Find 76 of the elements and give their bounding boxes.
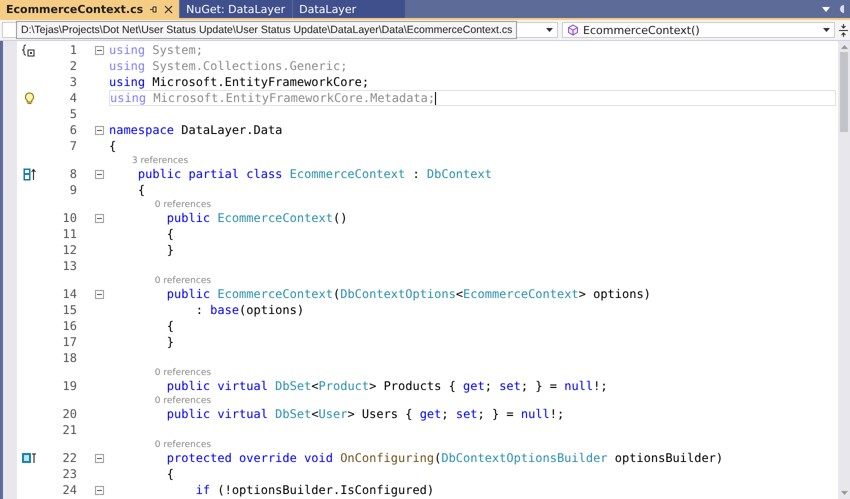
- document-tab[interactable]: DataLayer: [293, 0, 406, 18]
- code-line: public EcommerceContext(DbContextOptions<EcommerceContext> options): [166, 287, 651, 301]
- collapse-icon[interactable]: [94, 46, 104, 54]
- code-line: public EcommerceContext(): [166, 211, 348, 225]
- references-codelens[interactable]: 0 references: [154, 200, 212, 210]
- line-number: 24: [62, 483, 77, 497]
- line-number: 12: [62, 243, 77, 257]
- line-number: 10: [62, 211, 77, 225]
- collapse-icon[interactable]: [94, 170, 104, 178]
- references-codelens[interactable]: 0 references: [154, 440, 212, 450]
- line-number: 18: [62, 351, 77, 365]
- line-number: 23: [62, 467, 77, 481]
- references-codelens[interactable]: 0 references: [154, 396, 212, 406]
- code-line: if (!optionsBuilder.IsConfigured): [194, 483, 434, 497]
- text-cursor: [435, 92, 436, 104]
- line-number: 7: [68, 139, 77, 153]
- lightbulb-icon[interactable]: [24, 92, 34, 104]
- references-codelens[interactable]: 3 references: [132, 156, 188, 166]
- line-number: 11: [62, 227, 77, 241]
- cube-icon: [567, 24, 579, 36]
- code-line: namespace DataLayer.Data: [109, 123, 282, 137]
- code-line: using System;: [109, 43, 203, 57]
- file-path-tooltip: D:\Tejas\Projects\Dot Net\User Status Update\User Status Update\DataLayer\Data\EcommerceContext.cs: [16, 21, 518, 39]
- dropdown-caret-icon[interactable]: [822, 6, 830, 12]
- line-number: 13: [62, 259, 77, 273]
- member-dropdown[interactable]: EcommerceContext(): [562, 22, 835, 38]
- scrollbar-thumb[interactable]: [840, 52, 848, 132]
- code-line: }: [166, 243, 174, 257]
- code-line: {: [166, 319, 174, 333]
- line-number: 22: [62, 451, 77, 465]
- code-line: {: [166, 467, 174, 481]
- caret-icon[interactable]: [823, 28, 830, 32]
- line-number: 21: [62, 423, 77, 437]
- code-line: using Microsoft.EntityFrameworkCore.Metadata;: [110, 91, 436, 105]
- line-number: 19: [62, 379, 77, 393]
- split-editor-icon[interactable]: [839, 24, 848, 36]
- line-number: 16: [62, 319, 77, 333]
- code-line: : base(options): [194, 303, 304, 317]
- line-number: 5: [68, 107, 77, 121]
- line-number: 8: [68, 167, 77, 181]
- code-line: public virtual DbSet<User> Users { get; set; } = null!;: [166, 407, 564, 421]
- line-number: 2: [68, 59, 77, 73]
- references-codelens[interactable]: 0 references: [154, 276, 212, 286]
- code-line: public virtual DbSet<Product> Products { get; set; } = null!;: [166, 379, 608, 393]
- collapse-icon[interactable]: [94, 454, 104, 462]
- code-line: using Microsoft.EntityFrameworkCore;: [109, 75, 370, 89]
- pin-icon[interactable]: [149, 4, 158, 14]
- code-line: using System.Collections.Generic;: [109, 59, 348, 73]
- class-hierarchy-icon[interactable]: [22, 168, 36, 180]
- code-line: {: [136, 183, 146, 197]
- code-line: protected override void OnConfiguring(DbContextOptionsBuilder optionsBuilder): [166, 451, 724, 465]
- collapse-icon[interactable]: [94, 126, 104, 134]
- line-number: 4: [68, 91, 77, 105]
- line-number: 3: [68, 75, 77, 89]
- collapse-icon[interactable]: [94, 214, 104, 222]
- code-line: {: [109, 139, 116, 153]
- code-line: public partial class EcommerceContext : DbContext: [136, 167, 492, 181]
- code-line: {: [166, 227, 174, 241]
- collapse-icon[interactable]: [94, 486, 104, 494]
- caret-icon[interactable]: [546, 28, 553, 32]
- references-codelens[interactable]: 0 references: [154, 368, 212, 378]
- document-tab[interactable]: EcommerceContext.cs: [0, 0, 180, 18]
- line-number: 14: [62, 287, 77, 301]
- close-icon[interactable]: [164, 4, 174, 14]
- line-number: 20: [62, 407, 77, 421]
- document-tab[interactable]: NuGet: DataLayer: [180, 0, 292, 18]
- vertical-scrollbar[interactable]: [838, 41, 850, 499]
- override-icon[interactable]: [22, 453, 36, 463]
- line-number: 17: [62, 335, 77, 349]
- code-line: }: [166, 335, 174, 349]
- line-number: 6: [68, 123, 77, 137]
- line-number: 15: [62, 303, 77, 317]
- namespace-icon[interactable]: [22, 44, 36, 56]
- collapse-icon[interactable]: [94, 290, 104, 298]
- line-number: 9: [68, 183, 77, 197]
- line-number: 1: [68, 43, 77, 57]
